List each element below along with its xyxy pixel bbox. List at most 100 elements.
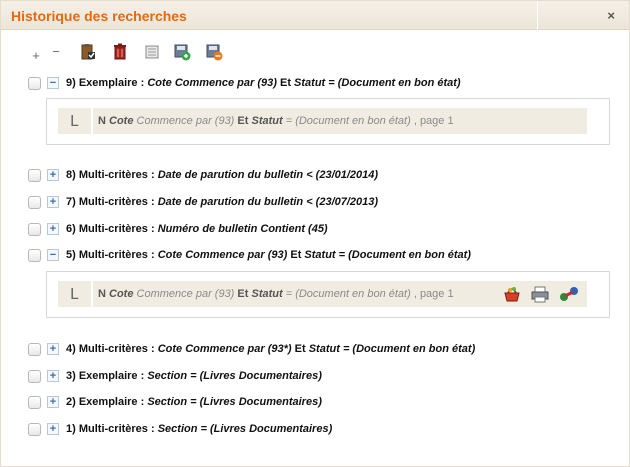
history-row-6: + 6) Multi-critères : Numéro de bulletin… (28, 221, 328, 237)
expand-toggle[interactable]: + (47, 343, 59, 355)
detail-op-2: = (Document en bon état) (285, 288, 411, 300)
row-number: 8) (66, 169, 76, 181)
basket-icon[interactable] (502, 284, 522, 304)
expand-all-glyph: + (32, 47, 40, 63)
history-detail-9: L N Cote Commence par (93) Et Statut = (… (46, 98, 610, 145)
row-label[interactable]: 3) Exemplaire : Section = (Livres Docume… (66, 370, 322, 382)
row-checkbox[interactable] (28, 342, 41, 356)
expand-toggle[interactable]: + (47, 196, 59, 208)
row-label[interactable]: 5) Multi-critères : Cote Commence par (9… (66, 249, 471, 261)
row-joiner: Et (294, 343, 306, 355)
expand-toggle[interactable]: + (47, 370, 59, 382)
row-label[interactable]: 4) Multi-critères : Cote Commence par (9… (66, 343, 475, 355)
detail-page: , page 1 (413, 115, 454, 127)
detail-page: , page 1 (413, 288, 454, 300)
history-row-3: + 3) Exemplaire : Section = (Livres Docu… (28, 368, 322, 384)
row-criterion-1: Section = (Livres Documentaires) (147, 370, 322, 382)
history-detail-5: L N Cote Commence par (93) Et Statut = (… (46, 271, 610, 318)
detail-prefix: N (98, 288, 106, 300)
row-number: 1) (66, 423, 76, 435)
history-row-8: + 8) Multi-critères : Date de parution d… (28, 167, 378, 183)
row-label[interactable]: 2) Exemplaire : Section = (Livres Docume… (66, 396, 322, 408)
detail-op-2: = (Document en bon état) (285, 115, 411, 127)
row-checkbox[interactable] (28, 222, 41, 236)
panel-title: Historique des recherches (11, 8, 187, 24)
clipboard-check-icon[interactable] (79, 43, 97, 61)
row-label[interactable]: 6) Multi-critères : Numéro de bulletin C… (66, 223, 328, 235)
row-checkbox[interactable] (28, 76, 41, 90)
row-number: 6) (66, 223, 76, 235)
row-checkbox[interactable] (28, 195, 41, 209)
history-row-9: − 9) Exemplaire : Cote Commence par (93)… (28, 75, 461, 91)
save-green-icon[interactable] (173, 43, 191, 61)
detail-bar: L N Cote Commence par (93) Et Statut = (… (58, 281, 587, 307)
row-criterion-1: Cote Commence par (93) (147, 77, 277, 89)
row-checkbox[interactable] (28, 395, 41, 409)
row-label[interactable]: 7) Multi-critères : Date de parution du … (66, 196, 378, 208)
history-row-4: + 4) Multi-critères : Cote Commence par … (28, 341, 475, 357)
row-joiner: Et (279, 77, 291, 89)
row-type: Multi-critères : (78, 223, 155, 235)
title-bar: Historique des recherches × (1, 1, 629, 30)
row-number: 9) (66, 77, 76, 89)
row-type: Multi-critères : (78, 343, 155, 355)
history-row-7: + 7) Multi-critères : Date de parution d… (28, 194, 378, 210)
expand-all-icon[interactable]: + (27, 43, 45, 63)
close-button[interactable]: × (607, 8, 615, 23)
collapse-toggle[interactable]: − (47, 77, 59, 89)
export-link-icon[interactable] (558, 284, 578, 304)
detail-joiner: Et (237, 115, 249, 127)
row-criterion-1: Section = (Livres Documentaires) (157, 423, 333, 435)
collapse-all-glyph: − (52, 43, 60, 59)
row-checkbox[interactable] (28, 248, 41, 262)
row-criterion-1: Cote Commence par (93) (157, 249, 288, 261)
row-criterion-1: Cote Commence par (93*) (157, 343, 292, 355)
row-joiner: Et (290, 249, 302, 261)
detail-op-1: Commence par (93) (136, 115, 235, 127)
detail-joiner: Et (237, 288, 249, 300)
row-checkbox[interactable] (28, 369, 41, 383)
row-label[interactable]: 9) Exemplaire : Cote Commence par (93) E… (66, 77, 461, 89)
row-type: Multi-critères : (78, 169, 155, 181)
detail-summary[interactable]: N Cote Commence par (93) Et Statut = (Do… (98, 288, 454, 300)
row-criterion-1: Section = (Livres Documentaires) (147, 396, 322, 408)
row-type: Exemplaire : (78, 396, 145, 408)
detail-summary[interactable]: N Cote Commence par (93) Et Statut = (Do… (98, 115, 454, 127)
detail-prefix: N (98, 115, 106, 127)
detail-separator (91, 281, 93, 307)
row-criterion-2-value: = (Document en bon état) (342, 343, 476, 355)
printer-icon[interactable] (530, 284, 550, 304)
title-side: × (541, 1, 629, 30)
row-type: Multi-critères : (78, 196, 155, 208)
print-icon[interactable] (143, 43, 161, 61)
detail-field-1: Cote (109, 115, 134, 127)
expand-toggle[interactable]: + (47, 223, 59, 235)
row-type: Exemplaire : (78, 77, 145, 89)
row-criterion-1: Date de parution du bulletin < (23/07/20… (157, 196, 379, 208)
row-type: Multi-critères : (78, 423, 155, 435)
row-criterion-2-field: Statut (308, 343, 340, 355)
expand-toggle[interactable]: + (47, 396, 59, 408)
row-label[interactable]: 8) Multi-critères : Date de parution du … (66, 169, 378, 181)
history-row-2: + 2) Exemplaire : Section = (Livres Docu… (28, 394, 322, 410)
row-type: Multi-critères : (78, 249, 155, 261)
expand-toggle[interactable]: + (47, 423, 59, 435)
tree-branch-icon: L (70, 285, 79, 303)
detail-separator (91, 108, 93, 134)
title-main: Historique des recherches (1, 1, 538, 30)
delete-icon[interactable] (111, 43, 129, 61)
search-history-panel: Historique des recherches × + − − 9) Exe… (0, 0, 630, 467)
collapse-toggle[interactable]: − (47, 249, 59, 261)
row-checkbox[interactable] (28, 168, 41, 182)
collapse-all-icon[interactable]: − (47, 43, 65, 61)
row-checkbox[interactable] (28, 422, 41, 436)
detail-op-1: Commence par (93) (136, 288, 235, 300)
row-label[interactable]: 1) Multi-critères : Section = (Livres Do… (66, 423, 332, 435)
history-row-5: − 5) Multi-critères : Cote Commence par … (28, 247, 471, 263)
row-type: Exemplaire : (78, 370, 145, 382)
row-criterion-2-field: Statut (304, 249, 336, 261)
save-orange-icon[interactable] (205, 43, 223, 61)
row-number: 5) (66, 249, 76, 261)
expand-toggle[interactable]: + (47, 169, 59, 181)
row-number: 4) (66, 343, 76, 355)
